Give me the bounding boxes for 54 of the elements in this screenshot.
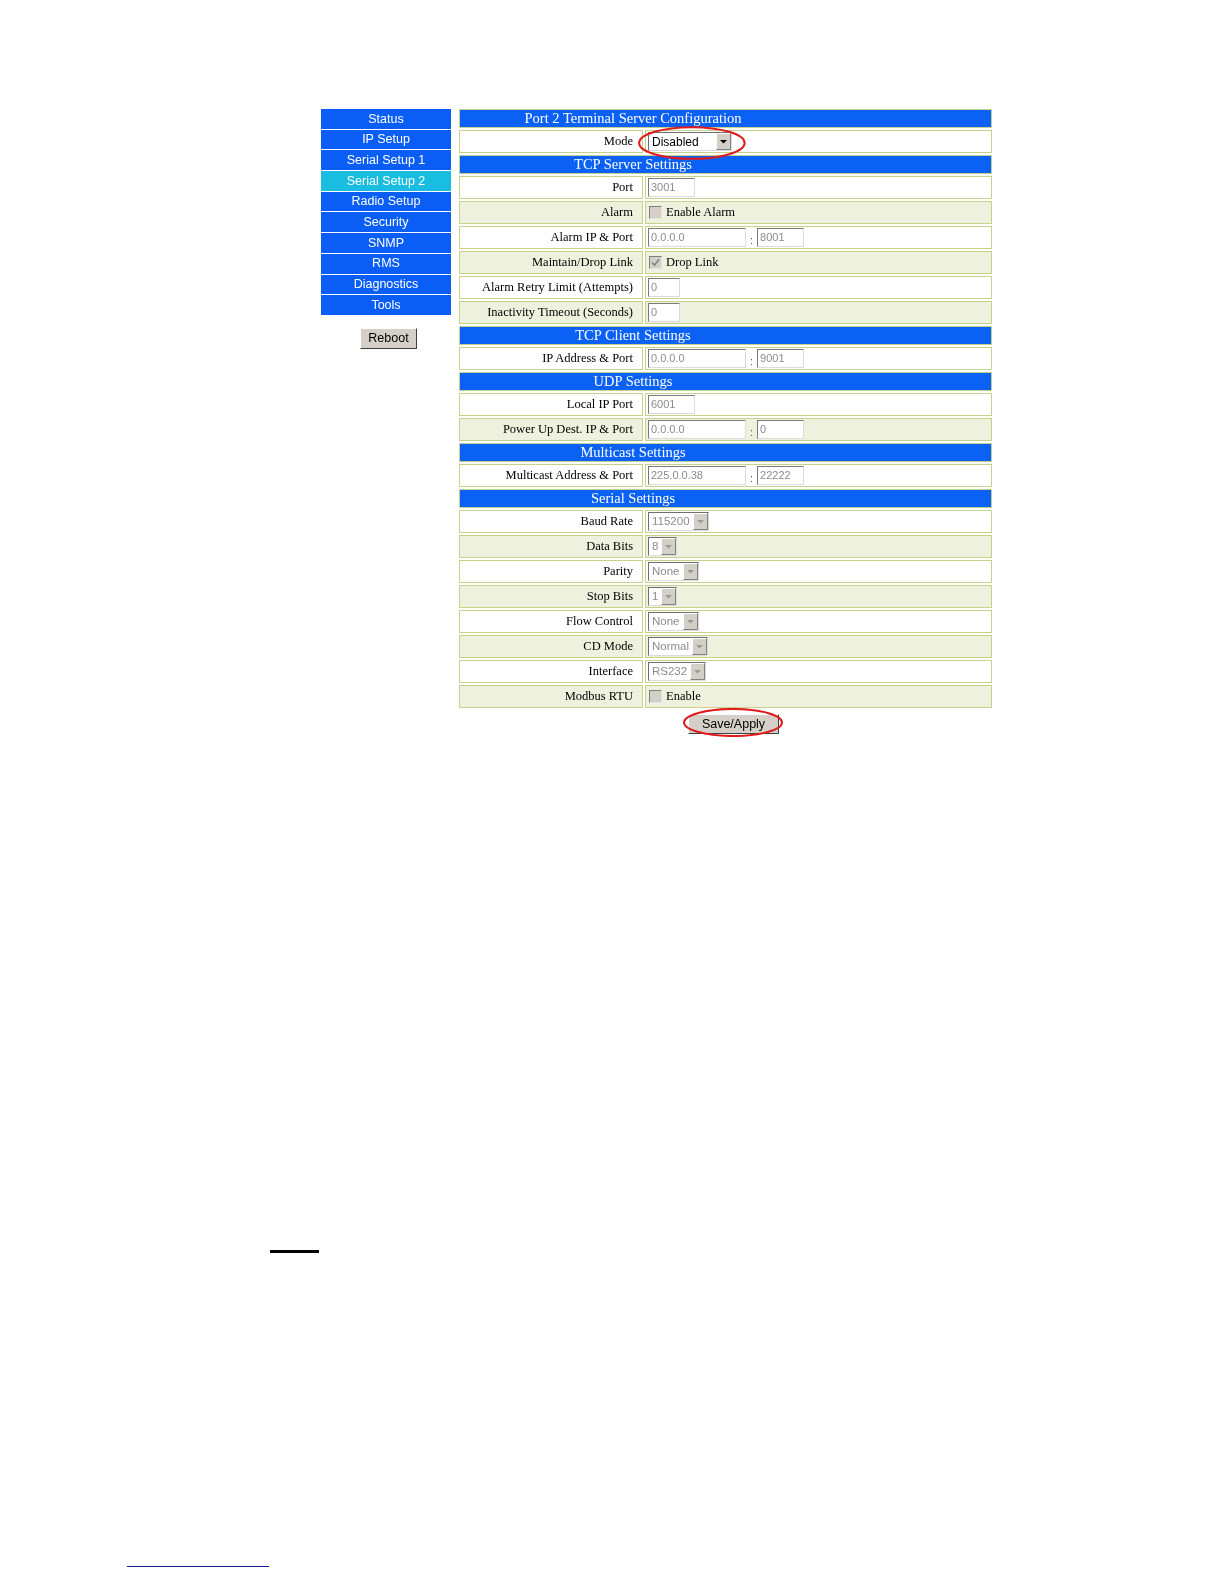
port-separator: : <box>750 233 754 247</box>
port-separator: : <box>750 354 754 368</box>
field-label: Inactivity Timeout (Seconds) <box>459 301 643 324</box>
section-header: UDP Settings <box>459 372 992 391</box>
field-label: Multicast Address & Port <box>459 464 643 487</box>
nav-item[interactable]: Security <box>321 212 451 233</box>
nav-item[interactable]: Serial Setup 2 <box>321 171 451 191</box>
field-label: Alarm Retry Limit (Attempts) <box>459 276 643 299</box>
checkbox-label: Drop Link <box>666 256 719 269</box>
section-header: TCP Server Settings <box>459 155 992 174</box>
field-label: Baud Rate <box>459 510 643 533</box>
dropdown-arrow-icon <box>690 663 706 680</box>
section-header: TCP Client Settings <box>459 326 992 345</box>
nav-item[interactable]: Serial Setup 1 <box>321 150 451 171</box>
field-label: Flow Control <box>459 610 643 633</box>
nav-item[interactable]: SNMP <box>321 233 451 253</box>
nav-item[interactable]: RMS <box>321 253 451 274</box>
field-label: CD Mode <box>459 635 643 658</box>
section-header: Serial Settings <box>459 489 992 508</box>
field-label: IP Address & Port <box>459 347 643 370</box>
nav-item[interactable]: Tools <box>321 295 451 315</box>
nav-item[interactable]: Radio Setup <box>321 191 451 212</box>
port-separator: : <box>750 471 754 485</box>
port-separator: : <box>750 425 754 439</box>
dropdown-arrow-icon <box>692 638 708 655</box>
field-label: Maintain/Drop Link <box>459 251 643 274</box>
field-label: Stop Bits <box>459 585 643 608</box>
field-label: Local IP Port <box>459 393 643 416</box>
reboot-button[interactable]: Reboot <box>360 327 417 349</box>
nav-item[interactable]: Diagnostics <box>321 274 451 295</box>
dropdown-arrow-icon <box>661 538 677 555</box>
section-header: Multicast Settings <box>459 443 992 462</box>
field-label: Power Up Dest. IP & Port <box>459 418 643 441</box>
field-label: Alarm <box>459 201 643 224</box>
field-label: Modbus RTU <box>459 685 643 708</box>
dropdown-arrow-icon <box>715 133 731 150</box>
field-label: Mode <box>459 130 643 153</box>
dropdown-arrow-icon <box>682 613 698 630</box>
check-icon <box>651 258 660 267</box>
field-label: Port <box>459 176 643 199</box>
dropdown-arrow-icon <box>661 588 677 605</box>
dropdown-arrow-icon <box>682 563 698 580</box>
dropdown-arrow-icon <box>692 513 708 530</box>
section-header: Port 2 Terminal Server Configuration <box>459 109 992 128</box>
field-label: Alarm IP & Port <box>459 226 643 249</box>
checkbox-label: Enable <box>666 690 701 703</box>
checkbox-label: Enable Alarm <box>666 206 736 219</box>
dropdown-select[interactable]: Disabled <box>648 132 732 151</box>
field-label: Interface <box>459 660 643 683</box>
nav-item[interactable]: IP Setup <box>321 129 451 150</box>
field-label: Parity <box>459 560 643 583</box>
nav-item[interactable]: Status <box>321 109 451 129</box>
save-apply-button[interactable]: Save/Apply <box>688 714 779 735</box>
field-label: Data Bits <box>459 535 643 558</box>
